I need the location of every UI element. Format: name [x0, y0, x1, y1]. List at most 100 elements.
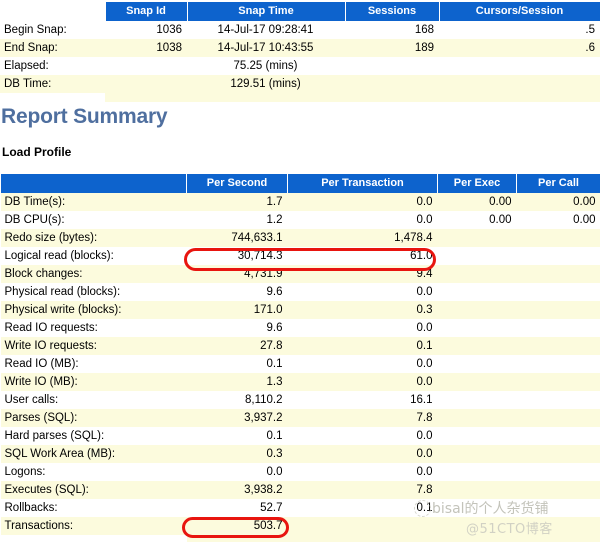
table-row: User calls: 8,110.2 16.1 [0, 391, 600, 409]
table-row: DB Time: 129.51 (mins) [0, 75, 600, 93]
load-profile-per-second: 0.1 [186, 355, 288, 373]
load-profile-col-per-transaction: Per Transaction [287, 174, 438, 193]
load-profile-per-transaction: 0.0 [287, 193, 438, 211]
load-profile-row-label: Block changes: [0, 265, 187, 283]
table-row: Hard parses (SQL): 0.1 0.0 [0, 427, 600, 445]
load-profile-per-transaction [287, 517, 438, 535]
snap-row-snap-id [105, 57, 187, 75]
snap-table-col-blank [0, 2, 105, 21]
load-profile-per-call [516, 463, 600, 481]
load-profile-row-label: DB CPU(s): [0, 211, 187, 229]
snap-row-snap-id [105, 75, 187, 93]
load-profile-per-transaction: 7.8 [287, 481, 438, 499]
load-profile-per-transaction: 0.0 [287, 463, 438, 481]
load-profile-per-second: 27.8 [186, 337, 288, 355]
table-row: Read IO requests: 9.6 0.0 [0, 319, 600, 337]
load-profile-per-second: 1.7 [186, 193, 288, 211]
load-profile-per-second: 9.6 [186, 319, 288, 337]
snap-row-cursors [439, 57, 600, 75]
load-profile-per-exec [437, 445, 517, 463]
load-profile-col-per-call: Per Call [516, 174, 600, 193]
load-profile-per-call [516, 229, 600, 247]
load-profile-per-exec [437, 481, 517, 499]
load-profile-row-label: Write IO (MB): [0, 373, 187, 391]
watermark-logo-icon [414, 500, 431, 517]
snap-table-col-sessions: Sessions [344, 2, 440, 21]
table-row: Executes (SQL): 3,938.2 7.8 [0, 481, 600, 499]
load-profile-row-label: Transactions: [0, 517, 187, 535]
load-profile-per-second: 0.1 [186, 427, 288, 445]
load-profile-row-label: Redo size (bytes): [0, 229, 187, 247]
table-row: Begin Snap: 1036 14-Jul-17 09:28:41 168 … [0, 21, 600, 39]
table-row: DB CPU(s): 1.2 0.0 0.00 0.00 [0, 211, 600, 229]
load-profile-row-label: User calls: [0, 391, 187, 409]
load-profile-per-exec [437, 355, 517, 373]
load-profile-per-transaction: 0.0 [287, 373, 438, 391]
snap-table-col-snap-time: Snap Time [186, 2, 346, 21]
table-row: Write IO (MB): 1.3 0.0 [0, 373, 600, 391]
load-profile-per-call [516, 283, 600, 301]
snap-table-col-snap-id: Snap Id [104, 2, 188, 21]
load-profile-per-exec [437, 301, 517, 319]
table-row: SQL Work Area (MB): 0.3 0.0 [0, 445, 600, 463]
table-row: Physical write (blocks): 171.0 0.3 [0, 301, 600, 319]
load-profile-row-label: Write IO requests: [0, 337, 187, 355]
load-profile-row-label: Physical read (blocks): [0, 283, 187, 301]
load-profile-per-call [516, 391, 600, 409]
snap-row-sessions [345, 75, 439, 93]
load-profile-per-second: 744,633.1 [186, 229, 288, 247]
table-row: Parses (SQL): 3,937.2 7.8 [0, 409, 600, 427]
watermark-site: @51CTO博客 [466, 522, 553, 537]
load-profile-per-second: 1.3 [186, 373, 288, 391]
load-profile-per-transaction: 0.0 [287, 355, 438, 373]
load-profile-per-call [516, 427, 600, 445]
table-row: Write IO requests: 27.8 0.1 [0, 337, 600, 355]
load-profile-per-second: 503.7 [186, 517, 288, 535]
snap-row-label: DB Time: [0, 75, 105, 93]
spacer-cell [186, 535, 288, 542]
load-profile-row-label: Read IO requests: [0, 319, 187, 337]
load-profile-per-transaction: 9.4 [287, 265, 438, 283]
load-profile-per-exec [437, 229, 517, 247]
snap-row-snap-time: 14-Jul-17 10:43:55 [187, 39, 345, 57]
load-profile-per-transaction: 0.3 [287, 301, 438, 319]
load-profile-per-exec [437, 373, 517, 391]
load-profile-per-transaction: 0.0 [287, 211, 438, 229]
load-profile-per-call [516, 445, 600, 463]
snap-row-cursors: .5 [439, 21, 600, 39]
snap-table-footer-spacer [0, 93, 600, 102]
table-row: End Snap: 1038 14-Jul-17 10:43:55 189 .6 [0, 39, 600, 57]
load-profile-per-second: 9.6 [186, 283, 288, 301]
load-profile-per-transaction: 0.1 [287, 337, 438, 355]
load-profile-per-call [516, 481, 600, 499]
load-profile-per-second: 171.0 [186, 301, 288, 319]
load-profile-per-exec [437, 391, 517, 409]
load-profile-per-second: 0.3 [186, 445, 288, 463]
load-profile-per-exec [437, 409, 517, 427]
load-profile-per-call [516, 337, 600, 355]
snap-row-sessions [345, 57, 439, 75]
snap-row-cursors: .6 [439, 39, 600, 57]
load-profile-per-second: 30,714.3 [186, 247, 288, 265]
load-profile-per-exec [437, 247, 517, 265]
snap-row-snap-time: 129.51 (mins) [187, 75, 345, 93]
load-profile-per-exec: 0.00 [437, 211, 517, 229]
snap-summary-table: Snap Id Snap Time Sessions Cursors/Sessi… [0, 2, 600, 102]
snap-row-cursors [439, 75, 600, 93]
load-profile-row-label: Read IO (MB): [0, 355, 187, 373]
spacer-cell [0, 535, 187, 542]
load-profile-header-row: Per Second Per Transaction Per Exec Per … [0, 174, 600, 193]
section-title-load-profile: Load Profile [2, 145, 72, 159]
load-profile-per-transaction: 61.0 [287, 247, 438, 265]
load-profile-row-label: SQL Work Area (MB): [0, 445, 187, 463]
load-profile-per-exec [437, 337, 517, 355]
table-row: Elapsed: 75.25 (mins) [0, 57, 600, 75]
load-profile-per-transaction: 0.0 [287, 445, 438, 463]
load-profile-row-label: Logons: [0, 463, 187, 481]
load-profile-row-label: Executes (SQL): [0, 481, 187, 499]
load-profile-per-exec [437, 283, 517, 301]
load-profile-per-exec [437, 265, 517, 283]
load-profile-per-exec: 0.00 [437, 193, 517, 211]
snap-row-sessions: 189 [345, 39, 439, 57]
snap-table-header-row: Snap Id Snap Time Sessions Cursors/Sessi… [0, 2, 600, 21]
